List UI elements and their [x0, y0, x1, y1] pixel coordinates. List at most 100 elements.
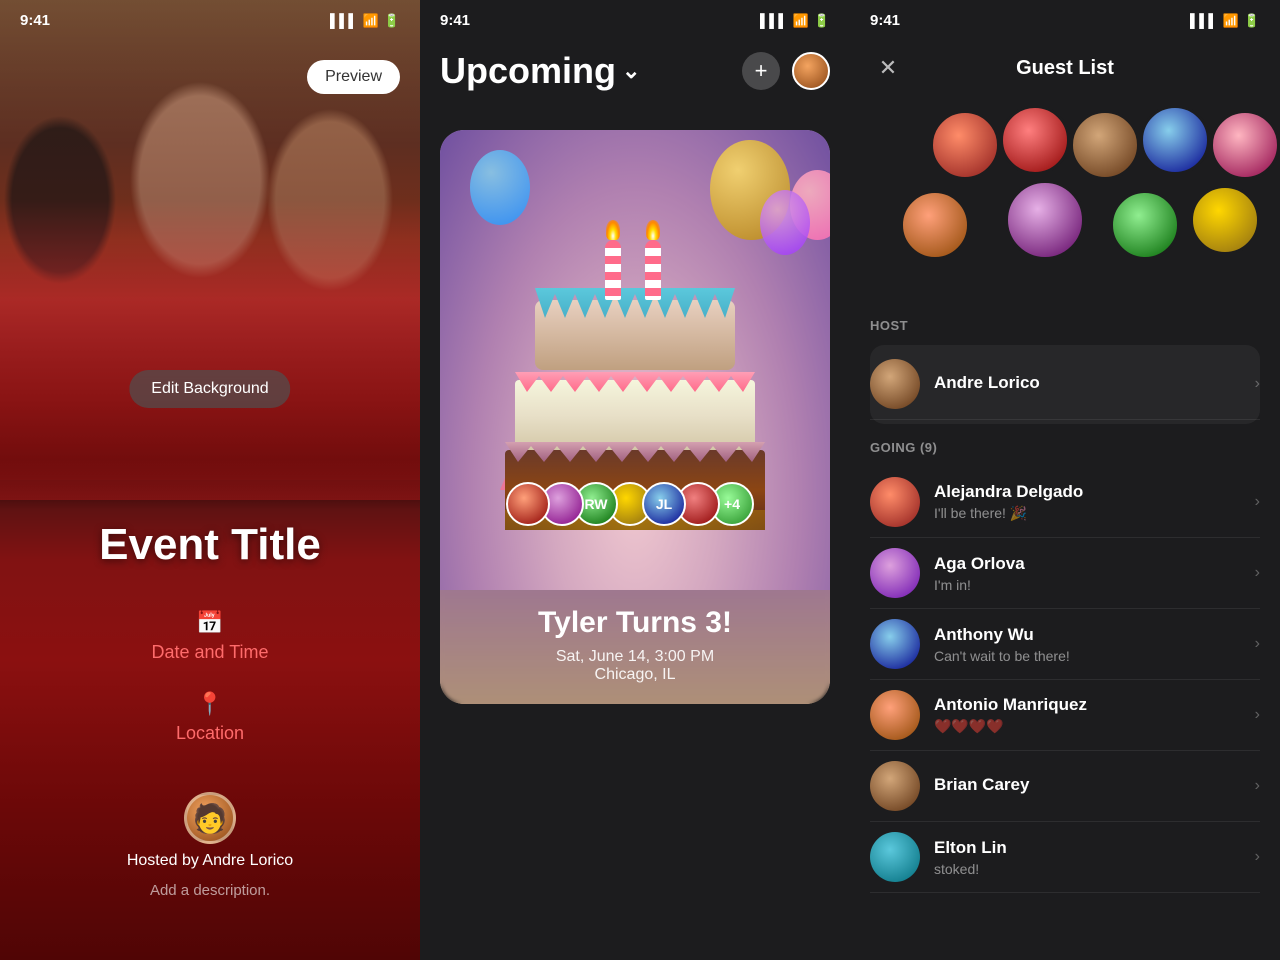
guest-info-5: Elton Lin stoked!: [934, 838, 1241, 877]
event-guests-row: RW JL +4: [516, 482, 754, 526]
close-button[interactable]: ✕: [870, 50, 906, 86]
signal-icon: ▌▌▌: [330, 13, 358, 28]
guest-item-1[interactable]: Aga Orlova I'm in! ›: [870, 538, 1260, 609]
guest-info-3: Antonio Manriquez ❤️❤️❤️❤️: [934, 695, 1241, 735]
cake-middle-layer: [515, 380, 755, 450]
event-card-title: Tyler Turns 3!: [460, 606, 810, 640]
time-3: 9:41: [870, 12, 900, 29]
status-bar-3: 9:41 ▌▌▌ 📶 🔋: [870, 12, 1260, 29]
guest-info-0: Alejandra Delgado I'll be there! 🎉: [934, 482, 1241, 522]
guest-avatar-3: [870, 690, 920, 740]
going-section-label: GOING (9): [870, 440, 1260, 455]
guest-info-4: Brian Carey: [934, 775, 1241, 798]
host-name: Andre Lorico: [934, 373, 1241, 393]
guest-status-1: I'm in!: [934, 577, 1241, 593]
edit-background-button[interactable]: Edit Background: [129, 370, 290, 408]
guest-bubble-1: [506, 482, 550, 526]
event-editor-content: Event Title 📅 Date and Time 📍 Location 🧑…: [0, 460, 420, 960]
guest-chevron-1: ›: [1255, 564, 1260, 582]
cluster-avatar-5: [1210, 110, 1280, 180]
guest-list-header: ✕ Guest List: [850, 50, 1280, 86]
guest-chevron-5: ›: [1255, 848, 1260, 866]
host-section-label: HOST: [870, 318, 1260, 333]
location-pin-icon: 📍: [196, 691, 223, 717]
guest-status-0: I'll be there! 🎉: [934, 505, 1241, 522]
host-avatar: 🧑: [184, 792, 236, 844]
guest-avatar-2: [870, 619, 920, 669]
guest-item-0[interactable]: Alejandra Delgado I'll be there! 🎉 ›: [870, 467, 1260, 538]
battery-icon: 🔋: [384, 13, 400, 29]
guest-status-5: stoked!: [934, 861, 1241, 877]
avatar-cluster: [850, 100, 1280, 300]
cluster-avatar-9: [1190, 185, 1260, 255]
cluster-avatar-1: [930, 110, 1000, 180]
guest-list-content: HOST Andre Lorico › GOING (9) Alejandra …: [850, 310, 1280, 960]
guest-list-title: Guest List: [1016, 57, 1114, 80]
guest-name-1: Aga Orlova: [934, 554, 1241, 574]
host-section: 🧑 Hosted by Andre Lorico Add a descripti…: [127, 792, 293, 899]
guest-info-1: Aga Orlova I'm in!: [934, 554, 1241, 593]
balloon-purple: [760, 190, 810, 255]
event-image: RW JL +4: [440, 130, 830, 590]
phone1: 9:41 ▌▌▌ 📶 🔋 Preview Edit Background Eve…: [0, 0, 420, 960]
guest-item-5[interactable]: Elton Lin stoked! ›: [870, 822, 1260, 893]
phone2: 9:41 ▌▌▌ 📶 🔋 Upcoming ⌄ + 👑 Hosting: [420, 0, 850, 960]
cluster-avatar-4: [1140, 105, 1210, 175]
calendar-icon: 📅: [196, 610, 223, 636]
phone3: 9:41 ▌▌▌ 📶 🔋 ✕ Guest List HOST Andr: [850, 0, 1280, 960]
user-profile-button[interactable]: [792, 52, 830, 90]
status-bar-2: 9:41 ▌▌▌ 📶 🔋: [440, 12, 830, 29]
upcoming-chevron[interactable]: ⌄: [622, 58, 640, 84]
events-header: Upcoming ⌄ +: [440, 50, 830, 92]
guest-item-4[interactable]: Brian Carey ›: [870, 751, 1260, 822]
guest-status-3: ❤️❤️❤️❤️: [934, 718, 1241, 735]
guest-avatar-4: [870, 761, 920, 811]
hosted-by-text: Hosted by Andre Lorico: [127, 852, 293, 870]
event-card-date: Sat, June 14, 3:00 PM Chicago, IL: [460, 648, 810, 684]
guest-name-3: Antonio Manriquez: [934, 695, 1241, 715]
wifi-icon-3: 📶: [1223, 13, 1239, 29]
status-icons-2: ▌▌▌ 📶 🔋: [760, 13, 830, 29]
guest-chevron-4: ›: [1255, 777, 1260, 795]
guest-avatar-5: [870, 832, 920, 882]
host-info: Andre Lorico: [934, 373, 1241, 396]
cluster-avatar-8: [1110, 190, 1180, 260]
battery-icon-3: 🔋: [1244, 13, 1260, 29]
preview-badge[interactable]: Preview: [307, 60, 400, 94]
guest-name-2: Anthony Wu: [934, 625, 1241, 645]
guest-bubble-5: JL: [642, 482, 686, 526]
guest-item-3[interactable]: Antonio Manriquez ❤️❤️❤️❤️ ›: [870, 680, 1260, 751]
balloon-blue: [470, 150, 530, 225]
guest-name-5: Elton Lin: [934, 838, 1241, 858]
event-title-field[interactable]: Event Title: [99, 520, 321, 570]
guest-avatar-0: [870, 477, 920, 527]
cluster-avatar-2: [1000, 105, 1070, 175]
wifi-icon-2: 📶: [793, 13, 809, 29]
add-event-button[interactable]: +: [742, 52, 780, 90]
guest-chevron-3: ›: [1255, 706, 1260, 724]
header-actions: +: [742, 52, 830, 90]
host-chevron: ›: [1255, 375, 1260, 393]
guest-info-2: Anthony Wu Can't wait to be there!: [934, 625, 1241, 664]
wifi-icon: 📶: [363, 13, 379, 29]
cake-drip-pink: [515, 372, 755, 392]
event-card-info: Tyler Turns 3! Sat, June 14, 3:00 PM Chi…: [440, 590, 830, 704]
host-section-bg: Andre Lorico ›: [870, 345, 1260, 424]
guest-item-2[interactable]: Anthony Wu Can't wait to be there! ›: [870, 609, 1260, 680]
guest-avatar-1: [870, 548, 920, 598]
time-1: 9:41: [20, 12, 50, 29]
battery-icon-2: 🔋: [814, 13, 830, 29]
upcoming-title: Upcoming ⌄: [440, 50, 640, 92]
guest-chevron-2: ›: [1255, 635, 1260, 653]
add-description-field[interactable]: Add a description.: [150, 882, 270, 899]
status-icons-3: ▌▌▌ 📶 🔋: [1190, 13, 1260, 29]
guest-chevron-0: ›: [1255, 493, 1260, 511]
guest-status-2: Can't wait to be there!: [934, 648, 1241, 664]
date-time-field[interactable]: 📅 Date and Time: [151, 610, 268, 663]
cluster-avatar-7: [1005, 180, 1085, 260]
event-card[interactable]: 👑 Hosting: [440, 130, 830, 704]
guest-name-4: Brian Carey: [934, 775, 1241, 795]
cluster-avatar-6: [900, 190, 970, 260]
location-field[interactable]: 📍 Location: [176, 691, 244, 744]
host-item[interactable]: Andre Lorico ›: [870, 349, 1260, 420]
